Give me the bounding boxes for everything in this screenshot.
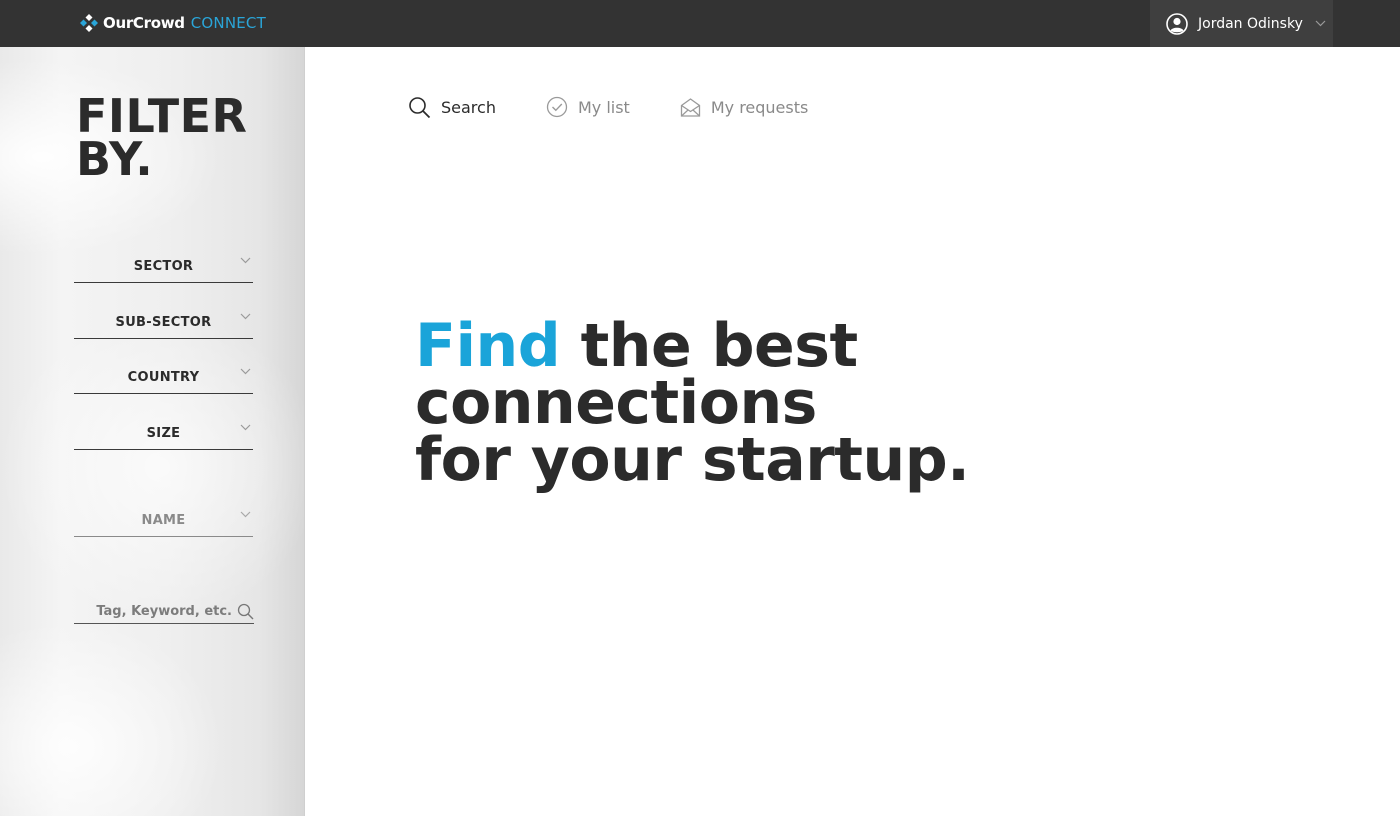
- chevron-down-icon: [240, 424, 251, 431]
- search-icon: [409, 96, 431, 118]
- filter-label: NAME: [141, 513, 186, 528]
- filter-label: SIZE: [146, 426, 181, 441]
- tab-label: My list: [577, 97, 630, 117]
- brand-logo[interactable]: OurCrowd CONNECT: [79, 12, 266, 34]
- hero-line-1: Find the best: [415, 316, 1115, 376]
- envelope-open-icon: [680, 97, 700, 117]
- filter-label: COUNTRY: [127, 370, 200, 385]
- filter-title: FILTER BY.: [76, 89, 248, 186]
- filter-sector[interactable]: SECTOR: [74, 257, 253, 283]
- chevron-down-icon: [240, 257, 251, 264]
- filter-country[interactable]: COUNTRY: [74, 368, 253, 394]
- chevron-down-icon: [240, 368, 251, 375]
- search-icon[interactable]: [237, 603, 254, 620]
- hero-headline: Find the best connections for your start…: [415, 316, 1115, 495]
- filter-label: SUB-SECTOR: [115, 315, 212, 330]
- filter-label: SECTOR: [133, 259, 194, 274]
- tab-search[interactable]: Search: [408, 96, 496, 119]
- top-bar: OurCrowd CONNECT Jordan Odinsky: [0, 0, 1400, 47]
- brand-product-name: CONNECT: [190, 14, 266, 32]
- chevron-down-icon: [1315, 20, 1326, 27]
- check-circle-icon: [546, 96, 568, 118]
- user-name: Jordan Odinsky: [1198, 15, 1303, 32]
- user-avatar-icon: [1166, 12, 1188, 35]
- filter-name[interactable]: NAME: [74, 511, 253, 537]
- tab-my-list[interactable]: My list: [546, 96, 630, 118]
- hero-line-2: connections: [415, 368, 817, 438]
- user-menu[interactable]: Jordan Odinsky: [1150, 0, 1333, 47]
- tab-my-requests[interactable]: My requests: [680, 97, 809, 118]
- ourcrowd-logo-icon: [80, 14, 98, 32]
- keyword-search-field: [74, 599, 254, 624]
- keyword-search-input[interactable]: [74, 599, 232, 623]
- chevron-down-icon: [240, 511, 251, 518]
- filter-sub-sector[interactable]: SUB-SECTOR: [74, 313, 253, 339]
- tab-label: My requests: [710, 97, 809, 117]
- tab-label: Search: [441, 97, 496, 117]
- chevron-down-icon: [240, 313, 251, 320]
- hero-line-3: for your startup.: [415, 425, 970, 495]
- filter-sidebar: FILTER BY. SECTOR SUB-SECTOR COUNTRY SIZ…: [0, 47, 305, 816]
- main-tabs: Search My list My requests: [408, 94, 858, 120]
- brand-name: OurCrowd: [103, 14, 185, 32]
- filter-size[interactable]: SIZE: [74, 424, 253, 450]
